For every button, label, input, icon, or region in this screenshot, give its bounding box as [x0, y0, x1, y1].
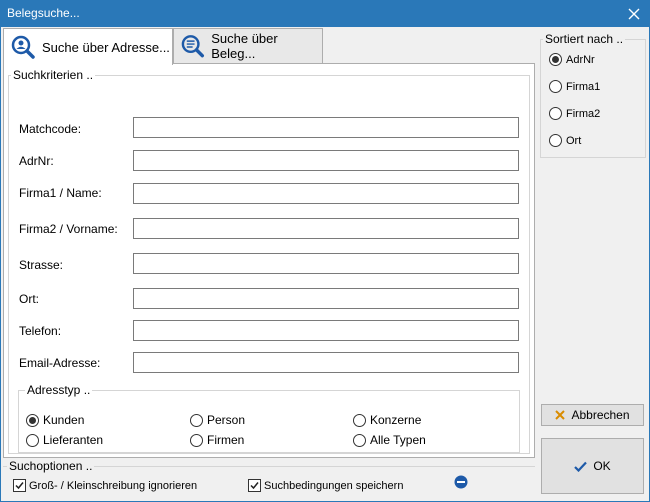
radio-indicator: [26, 433, 39, 447]
checkbox-indicator: [13, 479, 26, 492]
firma1-input[interactable]: [133, 183, 519, 204]
strasse-input[interactable]: [133, 253, 519, 274]
radio-label: Kunden: [43, 413, 85, 427]
radio-kunden[interactable]: Kunden: [26, 413, 84, 427]
radio-label: Firma1: [566, 80, 601, 93]
ort-label: Ort:: [19, 292, 39, 306]
radio-label: Ort: [566, 134, 582, 147]
matchcode-input[interactable]: [133, 117, 519, 138]
radio-konzerne[interactable]: Konzerne: [353, 413, 421, 427]
telefon-input[interactable]: [133, 320, 519, 341]
radio-indicator: [190, 413, 203, 427]
person-search-icon: [11, 35, 35, 59]
radio-label: Konzerne: [370, 413, 422, 427]
close-icon: [628, 8, 640, 20]
radio-indicator: [549, 134, 562, 147]
telefon-label: Telefon:: [19, 324, 62, 338]
matchcode-label: Matchcode:: [19, 122, 82, 136]
tab-label: Suche über Adresse...: [42, 39, 170, 55]
ort-input[interactable]: [133, 288, 519, 309]
cancel-button[interactable]: Abbrechen: [541, 404, 644, 426]
adrnr-input[interactable]: [133, 150, 519, 171]
tab-suche-beleg[interactable]: Suche über Beleg...: [173, 28, 323, 64]
radio-label: AdrNr: [566, 53, 595, 66]
sort-radio-ort[interactable]: Ort: [549, 134, 581, 147]
checkbox-indicator: [248, 479, 261, 492]
radio-indicator: [26, 413, 39, 427]
radio-indicator: [190, 433, 203, 447]
strasse-label: Strasse:: [19, 258, 64, 272]
sortiert-nach-legend: Sortiert nach ..: [545, 32, 624, 46]
email-label: Email-Adresse:: [19, 356, 101, 370]
suchkriterien-legend: Suchkriterien ..: [13, 68, 94, 82]
radio-indicator: [549, 107, 562, 120]
tab-suche-adresse[interactable]: Suche über Adresse...: [3, 28, 173, 65]
firma2-label: Firma2 / Vorname:: [19, 222, 118, 236]
belegsuche-window: Belegsuche... Suche über Adresse... Such…: [0, 0, 650, 502]
sort-radio-firma1[interactable]: Firma1: [549, 80, 600, 93]
radio-alle-typen[interactable]: Alle Typen: [353, 433, 426, 447]
suchoptionen-legend: Suchoptionen ..: [9, 459, 93, 473]
remove-saved-conditions-icon[interactable]: [454, 475, 468, 489]
radio-indicator: [549, 53, 562, 66]
radio-firmen[interactable]: Firmen: [190, 433, 244, 447]
document-search-icon: [181, 35, 205, 58]
radio-indicator: [353, 413, 366, 427]
cancel-x-icon: [555, 410, 566, 420]
suchoptionen-area: Suchoptionen .. Groß- / Kleinschreibung …: [3, 459, 535, 499]
checkmark-icon: [15, 482, 24, 490]
checkbox-label: Groß- / Kleinschreibung ignorieren: [29, 479, 198, 492]
ok-button[interactable]: OK: [541, 438, 644, 494]
sort-radio-adrnr[interactable]: AdrNr: [549, 53, 595, 66]
radio-label: Firma2: [566, 107, 601, 120]
tab-label: Suche über Beleg...: [211, 31, 278, 61]
radio-label: Lieferanten: [43, 433, 104, 447]
radio-person[interactable]: Person: [190, 413, 245, 427]
firma2-input[interactable]: [133, 218, 519, 239]
title-bar: Belegsuche...: [1, 1, 649, 27]
radio-indicator: [549, 80, 562, 93]
radio-label: Firmen: [207, 433, 245, 447]
adresstyp-legend: Adresstyp ..: [27, 383, 91, 397]
checkmark-icon: [250, 482, 259, 490]
adrnr-label: AdrNr:: [19, 154, 54, 168]
close-button[interactable]: [619, 1, 649, 27]
checkbox-label: Suchbedingungen speichern: [264, 479, 404, 492]
radio-lieferanten[interactable]: Lieferanten: [26, 433, 103, 447]
tab-panel-adresse: Suchkriterien .. Matchcode: AdrNr: Firma…: [3, 63, 535, 458]
sort-radio-firma2[interactable]: Firma2: [549, 107, 600, 120]
window-title: Belegsuche...: [7, 6, 80, 20]
cancel-label: Abbrechen: [571, 408, 630, 422]
case-insensitive-checkbox[interactable]: Groß- / Kleinschreibung ignorieren: [13, 479, 197, 492]
save-conditions-checkbox[interactable]: Suchbedingungen speichern: [248, 479, 403, 492]
radio-label: Alle Typen: [370, 433, 426, 447]
email-input[interactable]: [133, 352, 519, 373]
tab-strip: Suche über Adresse... Suche über Beleg..…: [3, 28, 535, 65]
radio-label: Person: [207, 413, 246, 427]
ok-label: OK: [593, 459, 611, 473]
radio-indicator: [353, 433, 366, 447]
sort-sidebar: Sortiert nach .. AdrNr Firma1 Firma2 Ort…: [537, 28, 649, 500]
firma1-label: Firma1 / Name:: [19, 186, 102, 200]
ok-check-icon: [574, 461, 588, 472]
